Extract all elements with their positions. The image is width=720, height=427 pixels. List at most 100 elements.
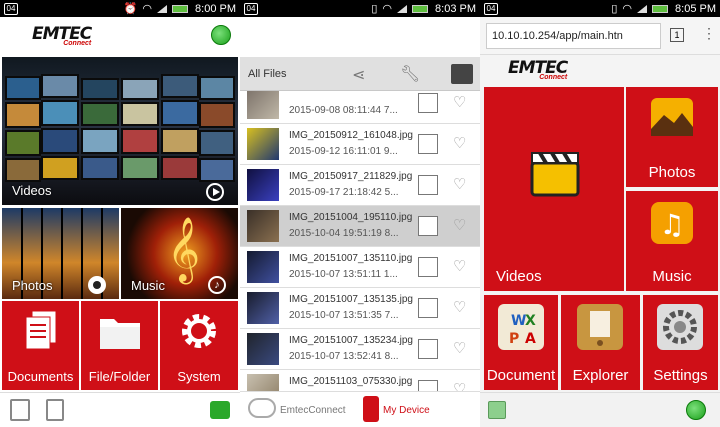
videos-label: Videos	[496, 268, 542, 285]
file-thumbnail	[247, 169, 279, 201]
favorite-heart-icon[interactable]: ♡	[453, 298, 466, 316]
file-row[interactable]: IMG_20150917_211829.jpg 2015-09-17 21:18:…	[240, 165, 480, 206]
documents-tile[interactable]: Documents	[2, 301, 79, 390]
favorite-heart-icon[interactable]: ♡	[453, 93, 466, 111]
logo-bar: EMTEC Connect	[480, 55, 720, 87]
svg-text:♫: ♫	[659, 208, 684, 241]
wifi-icon: ◠	[142, 3, 153, 15]
file-folder-tile[interactable]: File/Folder	[81, 301, 158, 390]
favorite-heart-icon[interactable]: ♡	[453, 339, 466, 357]
select-checkbox[interactable]	[418, 93, 438, 113]
tab-switcher-button[interactable]: 1	[670, 28, 684, 42]
battery-icon	[652, 4, 669, 13]
settings-label: Settings	[653, 367, 708, 384]
favorite-heart-icon[interactable]: ♡	[453, 257, 466, 275]
source-tabs: EmtecConnect My Device	[240, 391, 480, 427]
signal-icon	[637, 4, 648, 13]
vibrate-icon: ▯	[611, 3, 618, 15]
file-row[interactable]: IMG_20150912_161048.jpg 2015-09-12 16:11:…	[240, 124, 480, 165]
connection-globe-icon[interactable]	[211, 25, 231, 45]
emtec-logo: EMTEC Connect	[508, 58, 568, 81]
wifi-icon: ◠	[622, 3, 633, 15]
file-row[interactable]: IMG_20151007_135135.jpg 2015-10-07 13:51:…	[240, 288, 480, 329]
tab-my-device[interactable]: My Device	[383, 405, 430, 416]
select-checkbox[interactable]	[418, 339, 438, 359]
connection-globe-icon[interactable]	[686, 400, 706, 420]
status-bar: 04 ⏰ ◠ 8:00 PM	[0, 0, 240, 17]
file-row[interactable]: IMG_20151004_195110.jpg 2015-10-04 19:51:…	[240, 206, 480, 247]
bottom-toolbar	[0, 392, 240, 427]
file-row[interactable]: IMG_20151007_135110.jpg 2015-10-07 13:51:…	[240, 247, 480, 288]
tab-emtecconnect[interactable]: EmtecConnect	[280, 405, 346, 416]
file-thumbnail	[247, 210, 279, 242]
browser-toolbar: 10.10.10.254/app/main.htn 1 ⋮	[480, 17, 720, 55]
file-row[interactable]: IMG_20151007_135234.jpg 2015-10-07 13:52:…	[240, 329, 480, 370]
overflow-menu-icon[interactable]: ⋮	[702, 25, 716, 42]
notification-badge: 04	[244, 2, 258, 15]
select-checkbox[interactable]	[418, 216, 438, 236]
signal-icon	[157, 4, 168, 13]
photos-tile[interactable]: Photos	[2, 208, 119, 299]
share-icon[interactable]: ⋖	[352, 65, 365, 85]
file-thumbnail	[247, 128, 279, 160]
sd-card-icon[interactable]	[46, 399, 64, 421]
documents-label: Document	[486, 367, 556, 384]
videos-tile[interactable]: Videos	[484, 87, 624, 291]
folder-tree-icon[interactable]	[451, 64, 473, 84]
file-meta: 2015-10-07 13:52:41 8...	[289, 351, 399, 362]
header-title: All Files	[248, 68, 287, 80]
device-icon[interactable]	[210, 401, 230, 419]
documents-label: Documents	[7, 369, 74, 384]
favorite-heart-icon[interactable]: ♡	[453, 134, 466, 152]
gear-icon	[182, 314, 216, 348]
file-list-header: All Files ⋖ 🔧︎	[240, 57, 480, 91]
battery-icon	[412, 4, 429, 13]
music-tile[interactable]: ♫ Music	[626, 191, 718, 291]
documents-icon	[25, 310, 57, 350]
select-checkbox[interactable]	[418, 175, 438, 195]
select-checkbox[interactable]	[418, 298, 438, 318]
file-name: IMG_20150912_161048.jpg	[289, 130, 413, 141]
favorite-heart-icon[interactable]: ♡	[453, 216, 466, 234]
select-checkbox[interactable]	[418, 380, 438, 391]
favorite-heart-icon[interactable]: ♡	[453, 380, 466, 391]
storage-card-icon[interactable]	[10, 399, 30, 421]
system-tile[interactable]: System	[160, 301, 238, 390]
top-spacer	[240, 17, 480, 57]
wrench-icon[interactable]: 🔧︎	[400, 64, 420, 84]
music-note-icon: ♪	[208, 276, 226, 294]
office-docs-icon: W X P A	[498, 304, 544, 350]
file-name: IMG_20151004_195110.jpg	[289, 212, 413, 223]
file-meta: 2015-10-07 13:51:35 7...	[289, 310, 399, 321]
phone-icon	[363, 396, 379, 422]
explorer-tile[interactable]: Explorer	[561, 295, 640, 390]
photos-label: Photos	[648, 164, 696, 181]
music-tile[interactable]: 𝄞 Music ♪	[121, 208, 238, 299]
wifi-icon: ◠	[382, 3, 393, 15]
favorite-heart-icon[interactable]: ♡	[453, 175, 466, 193]
clock: 8:00 PM	[195, 2, 236, 15]
file-thumbnail	[247, 374, 279, 391]
music-note-icon: ♫	[651, 202, 693, 244]
music-label: Music	[652, 268, 692, 285]
web-app-screen: 04 ▯ ◠ 8:05 PM 10.10.10.254/app/main.htn…	[480, 0, 720, 427]
videos-tile[interactable]: Videos	[2, 57, 238, 205]
svg-text:A: A	[525, 331, 536, 347]
explorer-label: Explorer	[572, 367, 629, 384]
file-thumbnail	[247, 333, 279, 365]
svg-text:P: P	[509, 331, 519, 347]
storage-icon[interactable]	[488, 401, 506, 419]
select-checkbox[interactable]	[418, 134, 438, 154]
select-checkbox[interactable]	[418, 257, 438, 277]
file-thumbnail	[247, 292, 279, 324]
file-name: IMG_20150917_211829.jpg	[289, 171, 413, 182]
status-bar: 04 ▯ ◠ 8:05 PM	[480, 0, 720, 17]
url-field[interactable]: 10.10.10.254/app/main.htn	[486, 23, 661, 49]
file-row[interactable]: 2015-09-08 08:11:44 7... ♡	[240, 91, 480, 124]
settings-tile[interactable]: Settings	[643, 295, 718, 390]
documents-tile[interactable]: W X P A Document	[484, 295, 558, 390]
file-meta: 2015-10-07 13:51:11 1...	[289, 269, 398, 280]
file-row[interactable]: IMG_20151103_075330.jpg2015-11-03 07:53:…	[240, 370, 480, 391]
file-name: IMG_20151007_135110.jpg	[289, 253, 413, 264]
photos-tile[interactable]: Photos	[626, 87, 718, 187]
